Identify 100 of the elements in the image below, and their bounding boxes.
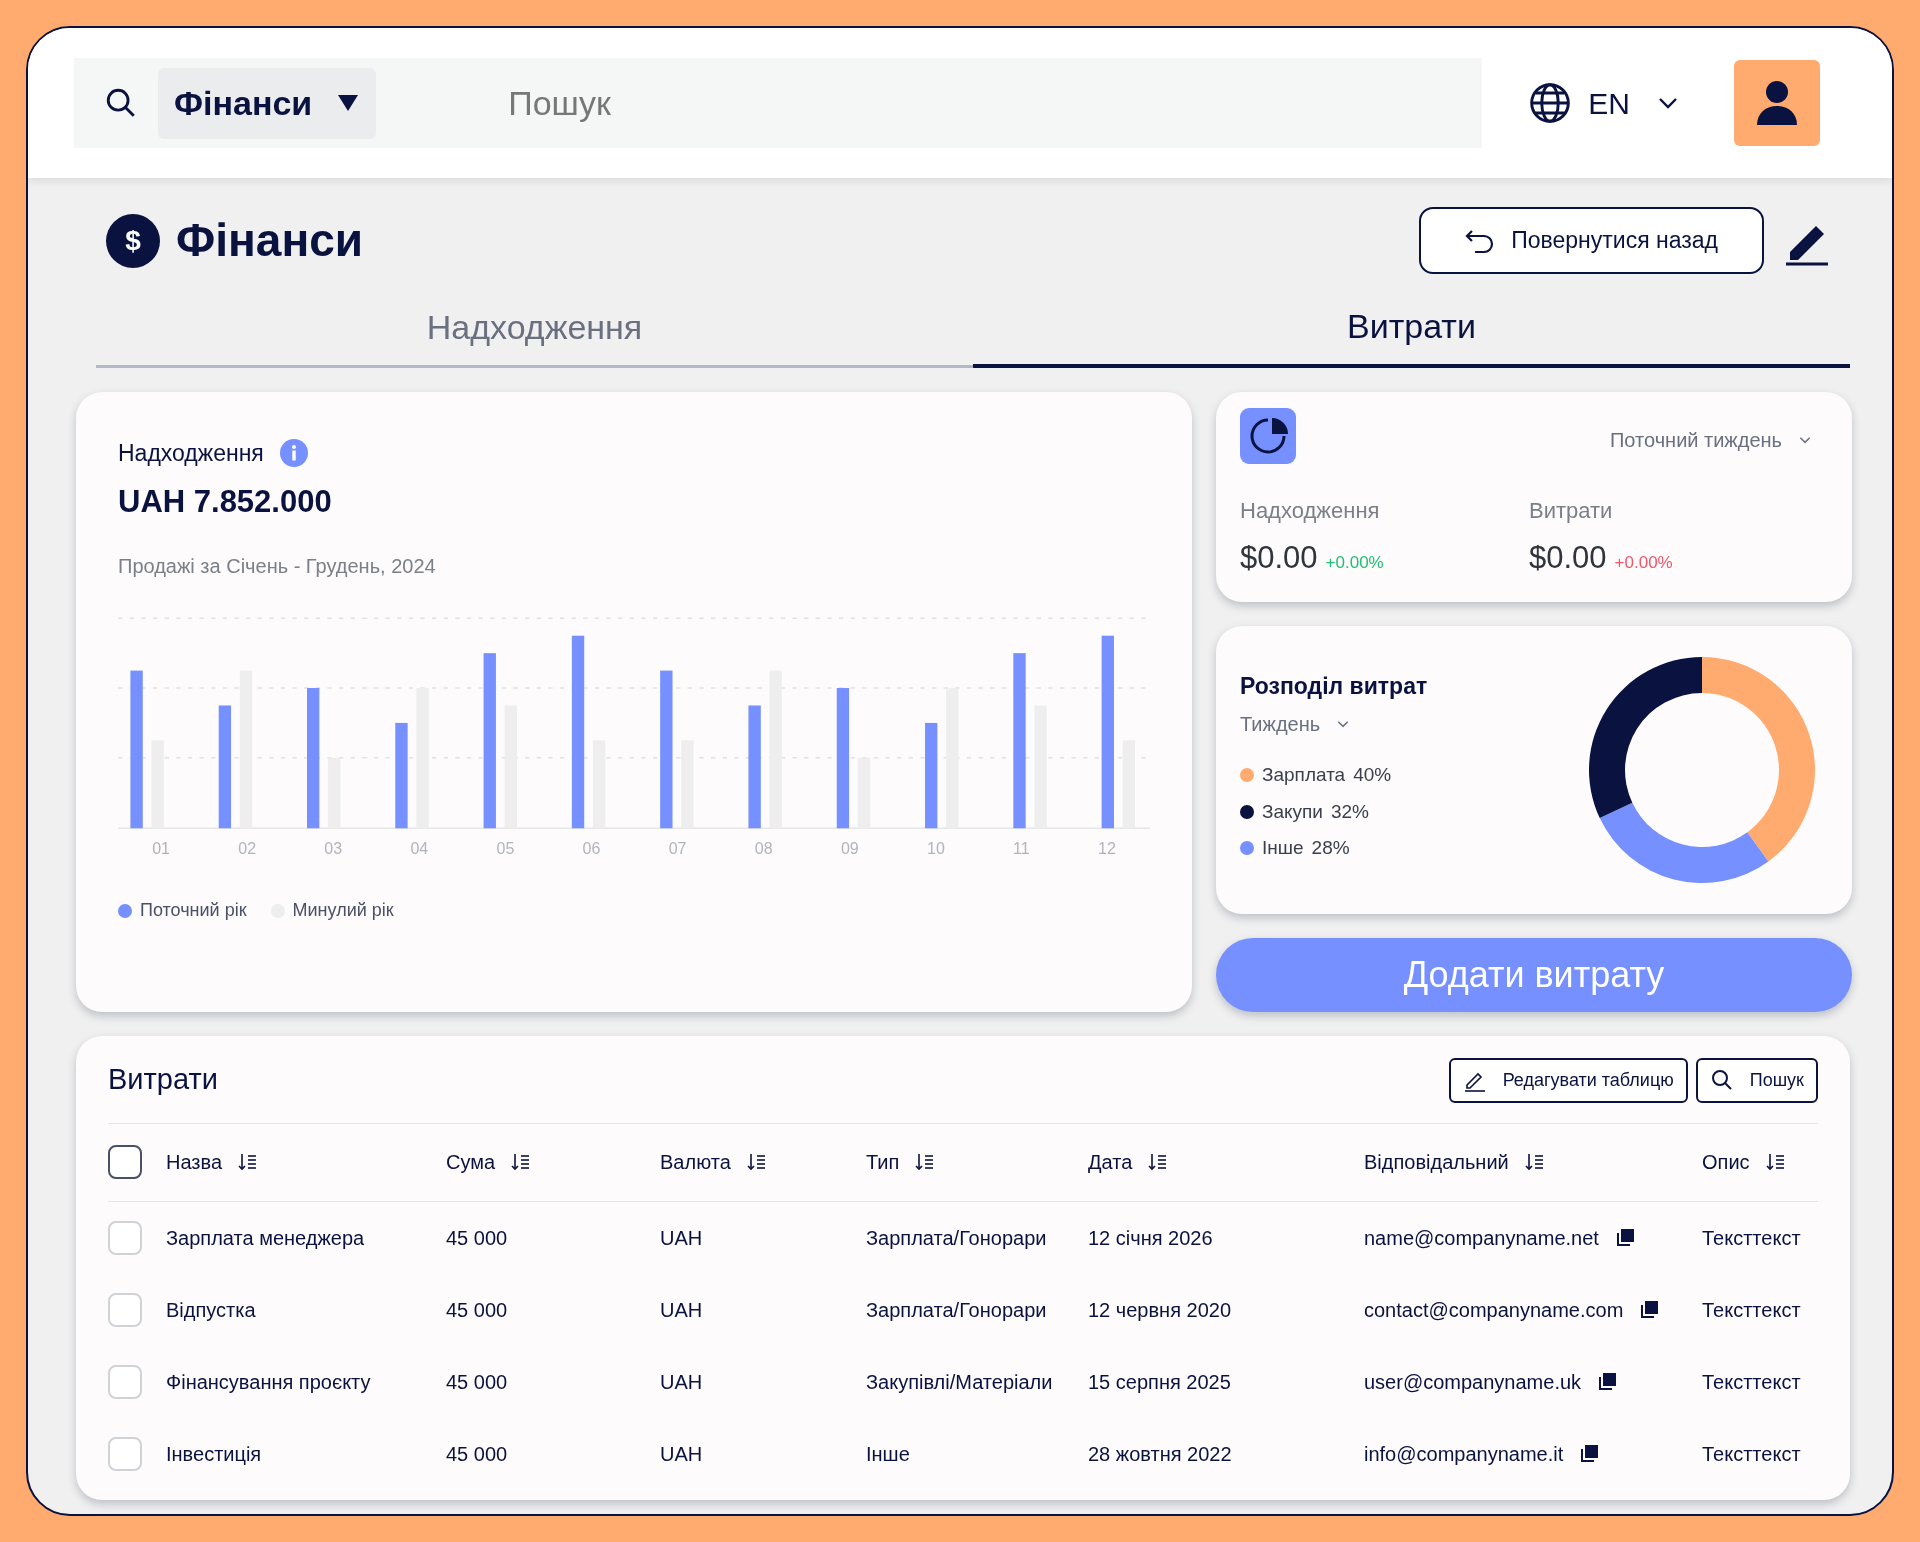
info-icon[interactable] <box>279 439 308 468</box>
copy-icon[interactable] <box>1579 1443 1600 1464</box>
axis-label: 10 <box>927 840 945 857</box>
table-cell-text: Зарплата/Гонорари <box>866 1297 1047 1323</box>
person-icon <box>1755 79 1799 127</box>
table-cell-text: Зарплата менеджера <box>166 1225 365 1251</box>
sort-icon[interactable] <box>511 1152 532 1172</box>
axis-label: 06 <box>582 840 601 857</box>
dollar-icon: $ <box>106 213 160 268</box>
table-cell-text: name@companyname.net <box>1364 1225 1599 1251</box>
search-button[interactable]: Пошук <box>1695 1057 1818 1103</box>
legend-label: Поточний рік <box>140 899 247 922</box>
table-cell-text: Тексттекст <box>1702 1297 1801 1323</box>
table-cell-text: 12 січня 2026 <box>1088 1225 1213 1251</box>
copy-icon[interactable] <box>1597 1371 1618 1392</box>
table-cell-text: Тексттекст <box>1702 1225 1801 1251</box>
column-header[interactable]: Сума <box>446 1147 496 1177</box>
axis-label: 08 <box>754 840 773 857</box>
legend-label: Закупи <box>1262 799 1323 824</box>
table-cell-text: Закупівлі/Матеріали <box>866 1369 1053 1395</box>
column-header[interactable]: Валюта <box>660 1147 731 1177</box>
table-cell-text: UAH <box>660 1225 703 1251</box>
card-title: Надходження <box>118 439 264 468</box>
stat-label: Витрати <box>1529 497 1614 525</box>
column-header[interactable]: Тип <box>866 1147 900 1177</box>
row-checkbox[interactable] <box>108 1436 142 1471</box>
axis-label: 02 <box>238 840 257 857</box>
table-cell-text: 15 серпня 2025 <box>1088 1369 1231 1395</box>
column-header[interactable]: Опис <box>1702 1147 1750 1177</box>
copy-icon[interactable] <box>1639 1299 1660 1320</box>
search-field[interactable]: Пошук <box>506 76 907 130</box>
edit-table-button[interactable]: Редагувати таблицю <box>1448 1057 1688 1103</box>
table-cell-text: UAH <box>660 1441 703 1467</box>
table-cell-text: UAH <box>660 1369 703 1395</box>
table-cell-text: user@companyname.uk <box>1364 1369 1582 1395</box>
period-dropdown[interactable]: Поточний тиждень <box>1604 424 1818 456</box>
search-icon[interactable] <box>104 86 138 120</box>
table-cell-text: UAH <box>660 1297 703 1323</box>
table-cell-text: Інвестиція <box>166 1441 262 1467</box>
select-all-checkbox[interactable] <box>108 1145 142 1179</box>
page-title: Фінанси <box>176 213 364 268</box>
axis-label: 05 <box>496 840 515 857</box>
legend-label: Інше <box>1262 836 1304 860</box>
chart-subtitle: Продажі за Січень - Грудень, 2024 <box>118 554 437 579</box>
row-checkbox[interactable] <box>108 1364 142 1399</box>
table-cell-text: Тексттекст <box>1702 1441 1801 1467</box>
pie-chart-icon <box>1240 408 1296 464</box>
table-cell-text: 45 000 <box>446 1297 508 1323</box>
table-cell-text: Зарплата/Гонорари <box>866 1225 1047 1251</box>
scope-dropdown[interactable]: Фінанси <box>158 67 377 139</box>
legend-label: Минулий рік <box>292 899 394 922</box>
table-cell-text: 12 червня 2020 <box>1088 1297 1232 1323</box>
column-header[interactable]: Назва <box>166 1147 223 1177</box>
table-cell-text: 45 000 <box>446 1441 508 1467</box>
table-cell-text: contact@companyname.com <box>1364 1297 1624 1323</box>
axis-label: 11 <box>1013 840 1030 857</box>
table-cell-text: Фінансування проєкту <box>166 1369 371 1395</box>
legend-percent: 28% <box>1311 836 1350 860</box>
table-cell-text: 45 000 <box>446 1369 508 1395</box>
legend-percent: 40% <box>1353 763 1392 787</box>
search-icon <box>1709 1068 1734 1092</box>
sort-icon[interactable] <box>238 1152 259 1172</box>
axis-label: 12 <box>1098 840 1116 857</box>
avatar-button[interactable] <box>1734 60 1820 146</box>
tab[interactable]: Надходження <box>96 291 973 368</box>
table-cell-text: 45 000 <box>446 1225 508 1251</box>
sort-icon[interactable] <box>915 1152 936 1172</box>
axis-label: 09 <box>840 840 859 857</box>
row-checkbox[interactable] <box>108 1220 142 1255</box>
sort-icon[interactable] <box>1524 1152 1545 1172</box>
column-header[interactable]: Дата <box>1088 1147 1133 1177</box>
table-cell-text: Інше <box>866 1441 910 1467</box>
axis-label: 03 <box>324 840 343 857</box>
globe-icon <box>1528 81 1573 125</box>
copy-icon[interactable] <box>1614 1227 1635 1248</box>
column-header[interactable]: Відповідальний <box>1364 1147 1509 1177</box>
stat-amount: $0.00 <box>1529 539 1607 577</box>
stat-label: Надходження <box>1240 497 1381 525</box>
legend-label: Зарплата <box>1262 763 1346 787</box>
undo-arrow-icon <box>1465 227 1496 254</box>
language-selector[interactable]: EN <box>1522 79 1686 127</box>
sort-icon[interactable] <box>746 1152 767 1172</box>
back-button[interactable]: Повернутися назад <box>1419 207 1764 274</box>
table-cell-text: 28 жовтня 2022 <box>1088 1441 1232 1467</box>
tab[interactable]: Витрати <box>973 291 1850 368</box>
stat-change: +0.00% <box>1325 552 1384 574</box>
sort-icon[interactable] <box>1148 1152 1169 1172</box>
row-checkbox[interactable] <box>108 1292 142 1327</box>
caret-icon <box>336 93 361 113</box>
table-cell-text: Відпустка <box>166 1297 256 1323</box>
axis-label: 07 <box>668 840 687 857</box>
sort-icon[interactable] <box>1765 1152 1786 1172</box>
legend-percent: 32% <box>1331 799 1369 824</box>
table-title: Витрати <box>108 1062 218 1098</box>
table-cell-text: Тексттекст <box>1702 1369 1801 1395</box>
axis-label: 04 <box>410 840 429 857</box>
stat-amount: $0.00 <box>1240 539 1318 577</box>
table-cell-text: info@companyname.it <box>1364 1441 1564 1467</box>
period-dropdown[interactable]: Тиждень <box>1240 709 1428 739</box>
total-amount: UAH 7.852.000 <box>118 482 333 521</box>
